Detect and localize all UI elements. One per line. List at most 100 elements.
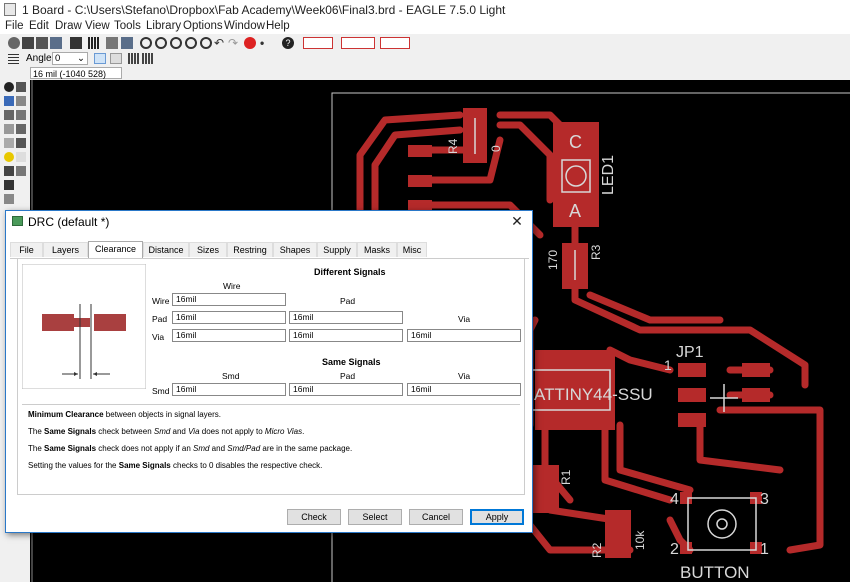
- menu-help[interactable]: Help: [266, 20, 290, 32]
- copy-icon[interactable]: [16, 110, 26, 120]
- smd-pad-input[interactable]: 16mil: [289, 383, 403, 396]
- window-title: 1 Board - C:\Users\Stefano\Dropbox\Fab A…: [22, 3, 506, 17]
- mirror-icon[interactable]: [94, 53, 106, 64]
- tab-distance[interactable]: Distance: [143, 242, 189, 257]
- script-icon[interactable]: [106, 37, 118, 49]
- r2-footprint: [605, 510, 631, 558]
- tab-file[interactable]: File: [10, 242, 43, 257]
- led-cathode-label: C: [569, 132, 582, 152]
- split-icon[interactable]: [4, 194, 14, 204]
- tab-clearance[interactable]: Clearance: [88, 241, 143, 258]
- spin-icon[interactable]: [110, 53, 122, 64]
- stop-icon[interactable]: [244, 37, 256, 49]
- grid-icon[interactable]: [8, 53, 19, 64]
- add-icon[interactable]: [4, 166, 14, 176]
- change-icon[interactable]: [16, 138, 26, 148]
- main-toolbar: ↶ ↷ • ?: [0, 34, 850, 53]
- redraw-icon[interactable]: [185, 37, 197, 49]
- delete-icon[interactable]: [16, 152, 26, 162]
- menu-library[interactable]: Library: [146, 20, 181, 32]
- idf-to-3d-icon[interactable]: [380, 37, 410, 49]
- ic-label: ATTINY44-SSU: [534, 385, 653, 404]
- lock-icon[interactable]: [4, 180, 14, 190]
- angle-value: 0: [55, 53, 61, 64]
- button-silk: [687, 497, 757, 551]
- menu-window[interactable]: Window: [224, 20, 265, 32]
- pad: [408, 175, 432, 187]
- mark-icon[interactable]: [16, 96, 26, 106]
- button-silk-ring: [707, 509, 737, 539]
- print-icon[interactable]: [36, 37, 48, 49]
- open-icon[interactable]: [8, 37, 20, 49]
- ulp-icon[interactable]: [88, 37, 100, 49]
- via-pad-input[interactable]: 16mil: [289, 329, 403, 342]
- menu-edit[interactable]: Edit: [29, 20, 49, 32]
- menu-options[interactable]: Options: [183, 20, 223, 32]
- show-icon[interactable]: [16, 82, 26, 92]
- dialog-title: DRC (default *): [28, 215, 110, 229]
- tab-misc[interactable]: Misc: [397, 242, 427, 257]
- pad-wire-input[interactable]: 16mil: [172, 311, 286, 324]
- display-icon[interactable]: [4, 96, 14, 106]
- info-icon[interactable]: [4, 82, 14, 92]
- angle-select[interactable]: 0 ⌄: [52, 52, 88, 65]
- ratio-icon[interactable]: [128, 53, 140, 64]
- button-pin4-label: 4: [670, 491, 679, 508]
- pinswap-icon[interactable]: [16, 166, 26, 176]
- note-micro-vias: The Same Signals check between Smd and V…: [28, 427, 305, 436]
- menu-file[interactable]: File: [5, 20, 24, 32]
- via-via-input[interactable]: 16mil: [407, 329, 521, 342]
- rotate-icon[interactable]: [16, 124, 26, 134]
- tab-shapes[interactable]: Shapes: [273, 242, 317, 257]
- move-icon[interactable]: [4, 110, 14, 120]
- style-icon[interactable]: [142, 53, 154, 64]
- schematic-icon[interactable]: [70, 37, 82, 49]
- menu-draw[interactable]: Draw: [55, 20, 82, 32]
- dialog-title-bar: DRC (default *) ✕: [6, 211, 532, 233]
- pad: [742, 388, 770, 402]
- pad: [678, 413, 706, 427]
- menu-tools[interactable]: Tools: [114, 20, 141, 32]
- pad-pad-input[interactable]: 16mil: [289, 311, 403, 324]
- tab-restring[interactable]: Restring: [227, 242, 273, 257]
- design-link-icon[interactable]: [303, 37, 333, 49]
- parameter-toolbar: Angle: 0 ⌄: [0, 52, 850, 66]
- tab-sizes[interactable]: Sizes: [189, 242, 227, 257]
- button-pin3-label: 3: [760, 491, 769, 508]
- go-icon[interactable]: •: [260, 37, 272, 49]
- same-signals-heading: Same Signals: [322, 357, 381, 367]
- close-icon[interactable]: ✕: [508, 213, 526, 229]
- pcb-quote-icon[interactable]: [341, 37, 375, 49]
- cam-icon[interactable]: [50, 37, 62, 49]
- group-icon[interactable]: [4, 138, 14, 148]
- smd-via-input[interactable]: 16mil: [407, 383, 521, 396]
- layers-icon[interactable]: [121, 37, 133, 49]
- zoom-in-icon[interactable]: [155, 37, 167, 49]
- via-wire-input[interactable]: 16mil: [172, 329, 286, 342]
- zoom-out-icon[interactable]: [170, 37, 182, 49]
- coordinate-display: 16 mil (-1040 528): [30, 67, 122, 79]
- smd-smd-input[interactable]: 16mil: [172, 383, 286, 396]
- pad: [742, 363, 770, 377]
- apply-button[interactable]: Apply: [470, 509, 524, 525]
- zoom-select-icon[interactable]: [200, 37, 212, 49]
- divider: [22, 404, 520, 405]
- trace: [616, 421, 694, 494]
- select-button[interactable]: Select: [348, 509, 402, 525]
- mirror-tool-icon[interactable]: [4, 124, 14, 134]
- undo-icon[interactable]: ↶: [214, 37, 226, 49]
- paste-icon[interactable]: [4, 152, 14, 162]
- tab-masks[interactable]: Masks: [357, 242, 397, 257]
- button-pin1-label: 1: [760, 541, 769, 558]
- check-button[interactable]: Check: [287, 509, 341, 525]
- redo-icon[interactable]: ↷: [228, 37, 240, 49]
- help-icon[interactable]: ?: [282, 37, 294, 49]
- zoom-fit-icon[interactable]: [140, 37, 152, 49]
- save-icon[interactable]: [22, 37, 34, 49]
- wire-wire-input[interactable]: 16mil: [172, 293, 286, 306]
- tab-layers[interactable]: Layers: [43, 242, 88, 257]
- cancel-button[interactable]: Cancel: [409, 509, 463, 525]
- menu-view[interactable]: View: [85, 20, 110, 32]
- tab-supply[interactable]: Supply: [317, 242, 357, 257]
- led1-label: LED1: [600, 155, 617, 195]
